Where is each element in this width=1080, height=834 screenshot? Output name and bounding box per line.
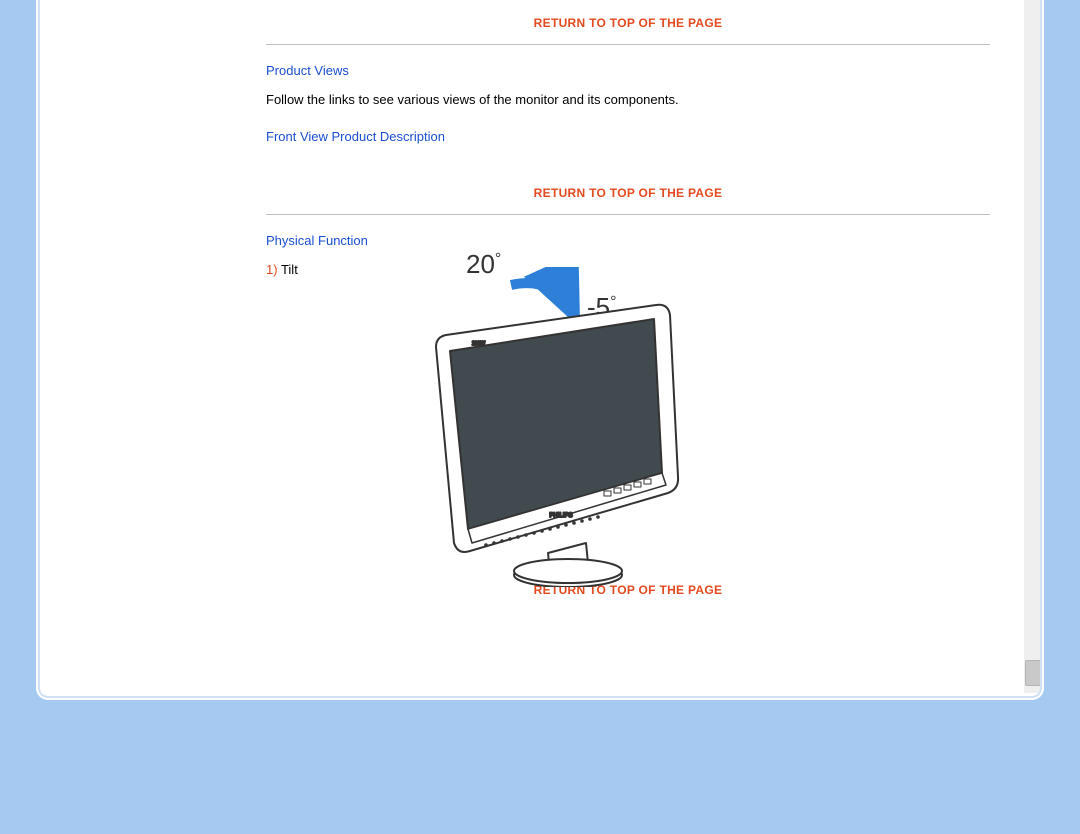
vertical-scrollbar[interactable] — [1024, 0, 1040, 693]
scrollbar-thumb[interactable] — [1025, 660, 1041, 686]
content-frame: RETURN TO TOP OF THE PAGE Product Views … — [36, 0, 1044, 700]
monitor-illustration: PHILIPS 230W — [416, 267, 716, 587]
brand-label: PHILIPS — [549, 513, 572, 519]
product-views-description: Follow the links to see various views of… — [266, 92, 990, 107]
section-divider — [266, 214, 990, 215]
model-label: 230W — [472, 341, 485, 347]
main-content: RETURN TO TOP OF THE PAGE Product Views … — [218, 0, 1038, 694]
tilt-arrow-icon — [511, 283, 576, 319]
tilt-diagram: 20° -5° — [266, 237, 990, 577]
product-views-heading: Product Views — [266, 63, 990, 78]
return-to-top-link[interactable]: RETURN TO TOP OF THE PAGE — [266, 186, 990, 200]
return-to-top-link[interactable]: RETURN TO TOP OF THE PAGE — [266, 16, 990, 30]
sidebar — [40, 0, 216, 694]
section-divider — [266, 44, 990, 45]
front-view-link[interactable]: Front View Product Description — [266, 129, 445, 144]
